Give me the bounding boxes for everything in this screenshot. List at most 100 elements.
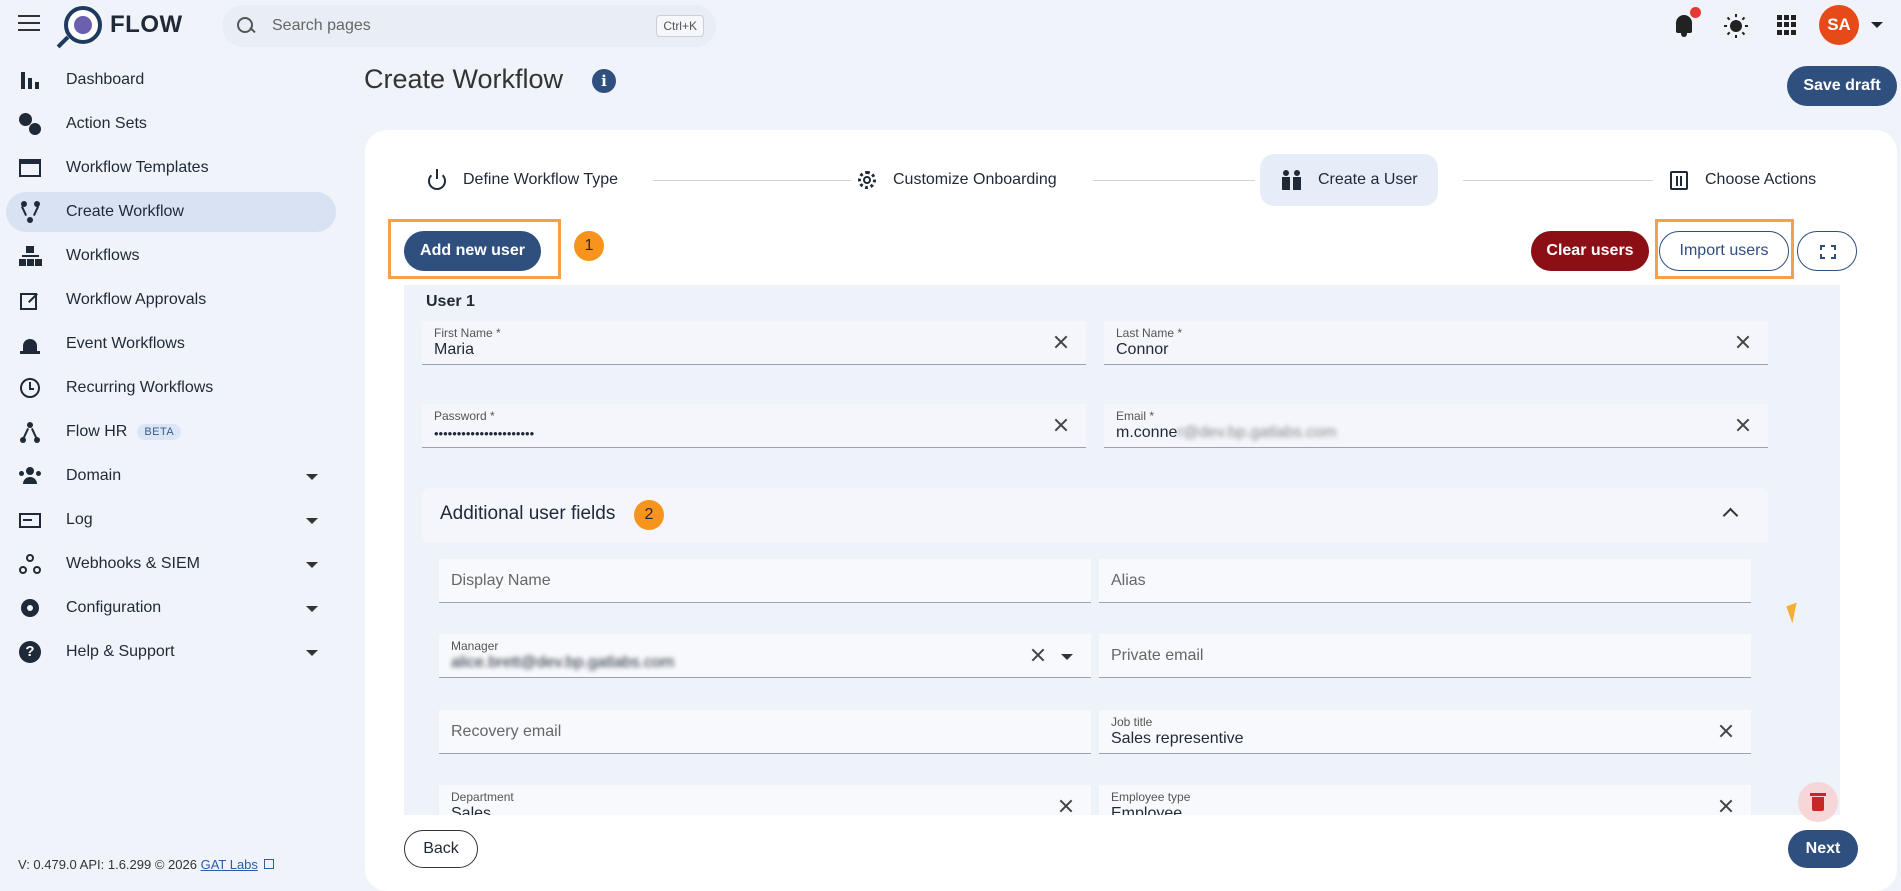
first-name-field[interactable]: First Name * Maria (422, 321, 1086, 365)
chevron-up-icon[interactable] (1722, 507, 1739, 524)
fullscreen-button[interactable] (1797, 231, 1857, 271)
field-value: •••••••••••••••••••••• (434, 426, 535, 441)
sidebar-item-flow-hr[interactable]: Flow HR BETA (6, 412, 336, 452)
step-connector (653, 180, 851, 181)
sidebar-item-label: Create Workflow (66, 203, 184, 220)
next-button[interactable]: Next (1788, 830, 1858, 868)
employee-type-field[interactable]: Employee type Employee (1099, 785, 1751, 815)
sidebar-item-configuration[interactable]: Configuration (6, 588, 336, 628)
approval-check-icon (18, 288, 42, 312)
search-icon (236, 16, 256, 36)
field-value: Connor (1116, 341, 1169, 358)
field-placeholder: Alias (1111, 572, 1146, 589)
additional-fields-header[interactable]: Additional user fields 2 (422, 488, 1768, 542)
step-choose-actions[interactable]: Choose Actions (1667, 154, 1816, 206)
sidebar-item-label: Recurring Workflows (66, 379, 214, 396)
sidebar-item-label: Workflow Approvals (66, 291, 207, 308)
sidebar-item-recurring-workflows[interactable]: Recurring Workflows (6, 368, 336, 408)
back-button[interactable]: Back (404, 830, 478, 868)
clear-icon[interactable] (1719, 799, 1733, 813)
sidebar-item-log[interactable]: Log (6, 500, 336, 540)
app-name: FLOW (110, 11, 183, 38)
recovery-email-field[interactable]: Recovery email (439, 710, 1091, 754)
delete-user-button[interactable] (1798, 782, 1838, 822)
field-placeholder: Recovery email (451, 723, 562, 740)
trash-icon (1810, 793, 1826, 796)
sidebar-item-label: Log (66, 511, 93, 528)
field-value: Sales (451, 805, 492, 815)
hierarchy-icon (18, 244, 42, 268)
import-users-button[interactable]: Import users (1659, 231, 1789, 271)
private-email-field[interactable]: Private email (1099, 634, 1751, 678)
search-input[interactable] (272, 17, 612, 35)
info-icon[interactable]: i (592, 69, 616, 93)
sidebar-item-label: Configuration (66, 599, 162, 616)
clear-icon[interactable] (1059, 799, 1073, 813)
clear-icon[interactable] (1736, 418, 1750, 432)
password-field[interactable]: Password * •••••••••••••••••••••• (422, 404, 1086, 448)
sidebar-item-action-sets[interactable]: Action Sets (6, 104, 336, 144)
sidebar-item-label: Workflow Templates (66, 159, 209, 176)
account-menu-caret-icon[interactable] (1871, 22, 1883, 28)
flow-logo-icon (64, 6, 102, 44)
chevron-down-icon[interactable] (306, 562, 318, 568)
clear-icon[interactable] (1719, 724, 1733, 738)
clear-icon[interactable] (1054, 418, 1068, 432)
top-bar: FLOW Ctrl+K SA (0, 0, 1901, 50)
apps-grid-icon[interactable] (1777, 15, 1797, 35)
step-connector (1463, 180, 1653, 181)
sidebar-item-webhooks[interactable]: Webhooks & SIEM (6, 544, 336, 584)
field-label: First Name * (434, 326, 501, 340)
step-customize-onboarding[interactable]: Customize Onboarding (855, 154, 1057, 206)
sidebar-item-create-workflow[interactable]: Create Workflow (6, 192, 336, 232)
step-badge-2: 2 (634, 500, 664, 530)
clear-icon[interactable] (1031, 648, 1045, 662)
clear-icon[interactable] (1054, 335, 1068, 349)
last-name-field[interactable]: Last Name * Connor (1104, 321, 1768, 365)
field-label: Manager (451, 639, 499, 653)
field-label: Job title (1111, 715, 1153, 729)
clear-users-button[interactable]: Clear users (1531, 231, 1649, 271)
alias-field[interactable]: Alias (1099, 559, 1751, 603)
chevron-down-icon[interactable] (306, 606, 318, 612)
field-placeholder: Display Name (451, 572, 551, 589)
theme-toggle-sun-icon[interactable] (1724, 14, 1748, 38)
sidebar-item-help[interactable]: ? Help & Support (6, 632, 336, 672)
sidebar-item-workflow-templates[interactable]: Workflow Templates (6, 148, 336, 188)
fork-icon (18, 200, 42, 224)
department-field[interactable]: Department Sales (439, 785, 1091, 815)
chevron-down-icon[interactable] (306, 518, 318, 524)
help-icon: ? (18, 640, 42, 664)
manager-field[interactable]: Manager alice.brett@dev.bp.gatlabs.com (439, 634, 1091, 678)
bar-chart-icon (18, 68, 42, 92)
email-field[interactable]: Email * m.conner@dev.bp.gatlabs.com (1104, 404, 1768, 448)
sidebar-item-workflow-approvals[interactable]: Workflow Approvals (6, 280, 336, 320)
sidebar-item-label: Webhooks & SIEM (66, 555, 200, 572)
save-draft-button[interactable]: Save draft (1787, 66, 1897, 106)
chevron-down-icon[interactable] (306, 650, 318, 656)
menu-icon[interactable] (18, 15, 40, 33)
add-new-user-button[interactable]: Add new user (404, 231, 541, 271)
notifications-bell-icon[interactable] (1672, 7, 1701, 37)
step-define-workflow-type[interactable]: Define Workflow Type (425, 154, 618, 206)
sidebar-item-domain[interactable]: Domain (6, 456, 336, 496)
chevron-down-icon[interactable] (306, 474, 318, 480)
sidebar-item-workflows[interactable]: Workflows (6, 236, 336, 276)
avatar[interactable]: SA (1819, 5, 1859, 45)
search-bar[interactable]: Ctrl+K (222, 5, 716, 47)
chevron-down-icon[interactable] (1061, 654, 1073, 660)
sidebar-item-label: Dashboard (66, 71, 145, 88)
app-logo[interactable]: FLOW (64, 6, 183, 44)
step-label: Customize Onboarding (893, 171, 1057, 188)
clear-icon[interactable] (1736, 335, 1750, 349)
field-label: Employee type (1111, 790, 1191, 804)
sidebar-item-event-workflows[interactable]: Event Workflows (6, 324, 336, 364)
gears-icon (18, 112, 42, 136)
job-title-field[interactable]: Job title Sales representive (1099, 710, 1751, 754)
search-shortcut: Ctrl+K (656, 15, 704, 37)
sidebar-item-dashboard[interactable]: Dashboard (6, 60, 336, 100)
step-label: Choose Actions (1705, 171, 1817, 188)
display-name-field[interactable]: Display Name (439, 559, 1091, 603)
gat-labs-link[interactable]: GAT Labs (201, 857, 258, 872)
step-create-a-user[interactable]: Create a User (1260, 154, 1438, 206)
